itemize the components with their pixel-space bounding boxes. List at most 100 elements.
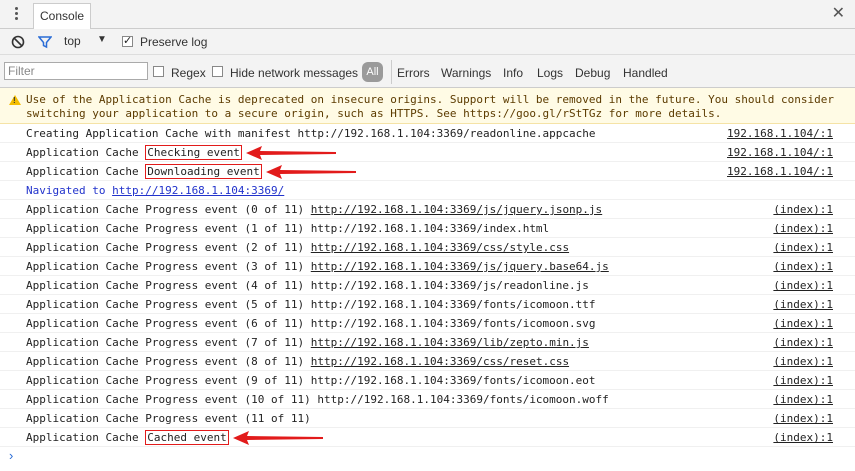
warning-icon — [9, 95, 21, 105]
log-source-link[interactable]: (index):1 — [773, 241, 833, 254]
level-handled[interactable]: Handled — [623, 66, 668, 80]
log-text: Application Cache Progress event (4 of 1… — [26, 279, 589, 292]
log-row: Navigated to http://192.168.1.104:3369/ — [0, 181, 855, 200]
level-errors[interactable]: Errors — [397, 66, 430, 80]
log-message: Application Cache Progress event (0 of 1… — [26, 203, 602, 216]
log-row: Application Cache Checking event 192.168.… — [0, 143, 855, 162]
log-text: Application Cache — [26, 146, 146, 159]
log-source-link[interactable]: 192.168.1.104/:1 — [727, 127, 833, 140]
warning-text: Use of the Application Cache is deprecat… — [26, 93, 834, 120]
log-row: Application Cache Progress event (5 of 1… — [0, 295, 855, 314]
log-message: Application Cache Checking event — [26, 145, 242, 160]
log-text: Application Cache Progress event (8 of 1… — [26, 355, 311, 368]
filter-input[interactable] — [4, 62, 148, 80]
log-text: Application Cache Progress event (1 of 1… — [26, 222, 550, 235]
annotation-arrow — [265, 165, 356, 179]
regex-label: Regex — [171, 66, 206, 80]
log-row: Application Cache Progress event (9 of 1… — [0, 371, 855, 390]
highlighted-event: Downloading event — [145, 164, 262, 179]
log-source-link[interactable]: (index):1 — [773, 393, 833, 406]
log-row: Application Cache Downloading event 192.1… — [0, 162, 855, 181]
log-message: Application Cache Progress event (11 of … — [26, 412, 311, 425]
hide-network-label: Hide network messages — [230, 66, 359, 80]
log-link[interactable]: http://192.168.1.104:3369/ — [112, 184, 284, 197]
log-text: Application Cache Progress event (2 of 1… — [26, 241, 311, 254]
log-source-link[interactable]: (index):1 — [773, 336, 833, 349]
log-text: Application Cache Progress event (3 of 1… — [26, 260, 311, 273]
log-message: Application Cache Progress event (4 of 1… — [26, 279, 589, 292]
log-row: Application Cache Cached event (index):1 — [0, 428, 855, 447]
log-message: Application Cache Downloading event — [26, 164, 262, 179]
filter-icon[interactable] — [38, 35, 52, 49]
console-toolbar: top ▼ Preserve log — [0, 29, 855, 55]
log-source-link[interactable]: (index):1 — [773, 279, 833, 292]
preserve-log-checkbox[interactable] — [122, 34, 133, 47]
log-text: Application Cache Progress event (7 of 1… — [26, 336, 311, 349]
log-source-link[interactable]: 192.168.1.104/:1 — [727, 165, 833, 178]
log-text: Application Cache Progress event (0 of 1… — [26, 203, 311, 216]
log-link[interactable]: http://192.168.1.104:3369/css/reset.css — [311, 355, 569, 368]
log-source-link[interactable]: (index):1 — [773, 431, 833, 444]
highlighted-event: Cached event — [145, 430, 229, 445]
level-warnings[interactable]: Warnings — [441, 66, 491, 80]
log-source-link[interactable]: (index):1 — [773, 412, 833, 425]
annotation-arrow — [245, 146, 336, 160]
context-select[interactable]: top — [64, 34, 81, 48]
log-message: Application Cache Progress event (9 of 1… — [26, 374, 596, 387]
log-source-link[interactable]: (index):1 — [773, 298, 833, 311]
log-row: Application Cache Progress event (7 of 1… — [0, 333, 855, 352]
log-source-link[interactable]: (index):1 — [773, 222, 833, 235]
log-row: Application Cache Progress event (10 of … — [0, 390, 855, 409]
log-row: Application Cache Progress event (2 of 1… — [0, 238, 855, 257]
level-all-button[interactable]: All — [362, 62, 383, 82]
log-row: Creating Application Cache with manifest… — [0, 124, 855, 143]
console-prompt-chevron[interactable]: › — [9, 448, 13, 463]
log-row: Application Cache Progress event (0 of 1… — [0, 200, 855, 219]
log-text: Application Cache — [26, 431, 146, 444]
log-row: Application Cache Progress event (1 of 1… — [0, 219, 855, 238]
log-row: Application Cache Progress event (6 of 1… — [0, 314, 855, 333]
kebab-menu-icon[interactable] — [12, 5, 20, 23]
regex-checkbox[interactable] — [153, 66, 164, 77]
close-icon[interactable]: ✕ — [832, 5, 845, 23]
preserve-log-label: Preserve log — [140, 35, 208, 49]
devtools-tabbar: Console ✕ — [0, 0, 855, 29]
log-message: Application Cache Progress event (10 of … — [26, 393, 609, 406]
log-row: Application Cache Progress event (3 of 1… — [0, 257, 855, 276]
log-text: Application Cache Progress event (11 of … — [26, 412, 311, 425]
log-text: Application Cache Progress event (9 of 1… — [26, 374, 596, 387]
tab-console[interactable]: Console — [33, 3, 92, 29]
warning-message: Use of the Application Cache is deprecat… — [0, 88, 855, 124]
log-row: Application Cache Progress event (4 of 1… — [0, 276, 855, 295]
highlighted-event: Checking event — [145, 145, 242, 160]
log-text: Application Cache Progress event (6 of 1… — [26, 317, 596, 330]
clear-console-icon[interactable] — [11, 35, 25, 49]
chevron-down-icon[interactable]: ▼ — [97, 34, 107, 45]
log-text: Creating Application Cache with manifest… — [26, 127, 596, 140]
log-source-link[interactable]: (index):1 — [773, 260, 833, 273]
log-message: Application Cache Progress event (6 of 1… — [26, 317, 596, 330]
log-source-link[interactable]: (index):1 — [773, 374, 833, 387]
log-message: Application Cache Progress event (7 of 1… — [26, 336, 589, 349]
log-link[interactable]: http://192.168.1.104:3369/js/jquery.json… — [311, 203, 602, 216]
level-info[interactable]: Info — [503, 66, 523, 80]
log-source-link[interactable]: 192.168.1.104/:1 — [727, 146, 833, 159]
level-logs[interactable]: Logs — [537, 66, 563, 80]
log-link[interactable]: http://192.168.1.104:3369/js/jquery.base… — [311, 260, 609, 273]
log-message: Application Cache Progress event (5 of 1… — [26, 298, 596, 311]
log-link[interactable]: http://192.168.1.104:3369/lib/zepto.min.… — [311, 336, 589, 349]
log-message: Navigated to http://192.168.1.104:3369/ — [26, 184, 284, 197]
log-message: Application Cache Progress event (1 of 1… — [26, 222, 549, 235]
log-row: Application Cache Progress event (8 of 1… — [0, 352, 855, 371]
log-text: Application Cache — [26, 165, 146, 178]
log-link[interactable]: http://192.168.1.104:3369/css/style.css — [311, 241, 569, 254]
log-source-link[interactable]: (index):1 — [773, 317, 833, 330]
log-text: Navigated to — [26, 184, 113, 197]
hide-network-checkbox[interactable] — [212, 66, 223, 77]
log-source-link[interactable]: (index):1 — [773, 355, 833, 368]
log-source-link[interactable]: (index):1 — [773, 203, 833, 216]
log-message: Application Cache Cached event — [26, 430, 229, 445]
annotation-arrow — [232, 431, 323, 445]
log-message: Application Cache Progress event (3 of 1… — [26, 260, 609, 273]
level-debug[interactable]: Debug — [575, 66, 610, 80]
